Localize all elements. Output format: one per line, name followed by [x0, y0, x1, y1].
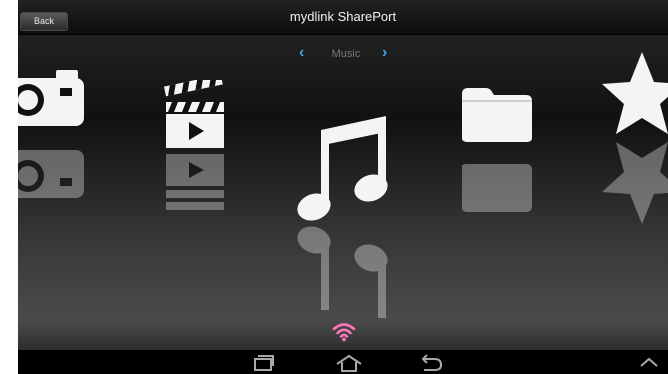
- clapperboard-reflection-icon: [166, 154, 224, 210]
- video-clapperboard-icon[interactable]: [164, 80, 226, 150]
- chevron-left-icon[interactable]: ‹: [299, 44, 304, 62]
- star-reflection-icon: [602, 142, 668, 224]
- wifi-icon: [332, 323, 356, 342]
- camera-icon[interactable]: [18, 68, 84, 128]
- title-bar: Back mydlink SharePort: [18, 0, 668, 35]
- system-nav-bar: [18, 350, 668, 374]
- music-note-icon[interactable]: [294, 114, 394, 224]
- star-icon[interactable]: [602, 52, 668, 136]
- chevron-up-icon[interactable]: [638, 354, 660, 370]
- chevron-right-icon[interactable]: ›: [382, 44, 387, 62]
- folder-reflection-icon: [462, 164, 532, 212]
- app-screen: Back mydlink SharePort ‹ Music ›: [18, 0, 668, 374]
- folder-icon[interactable]: [460, 86, 534, 144]
- back-arrow-icon[interactable]: [418, 354, 444, 372]
- music-note-reflection-icon: [297, 226, 388, 318]
- category-nav: ‹ Music ›: [18, 44, 668, 66]
- camera-reflection-icon: [18, 150, 84, 198]
- recent-apps-icon[interactable]: [250, 354, 276, 372]
- app-title: mydlink SharePort: [289, 9, 397, 24]
- home-icon[interactable]: [334, 354, 364, 372]
- category-label: Music: [331, 48, 361, 60]
